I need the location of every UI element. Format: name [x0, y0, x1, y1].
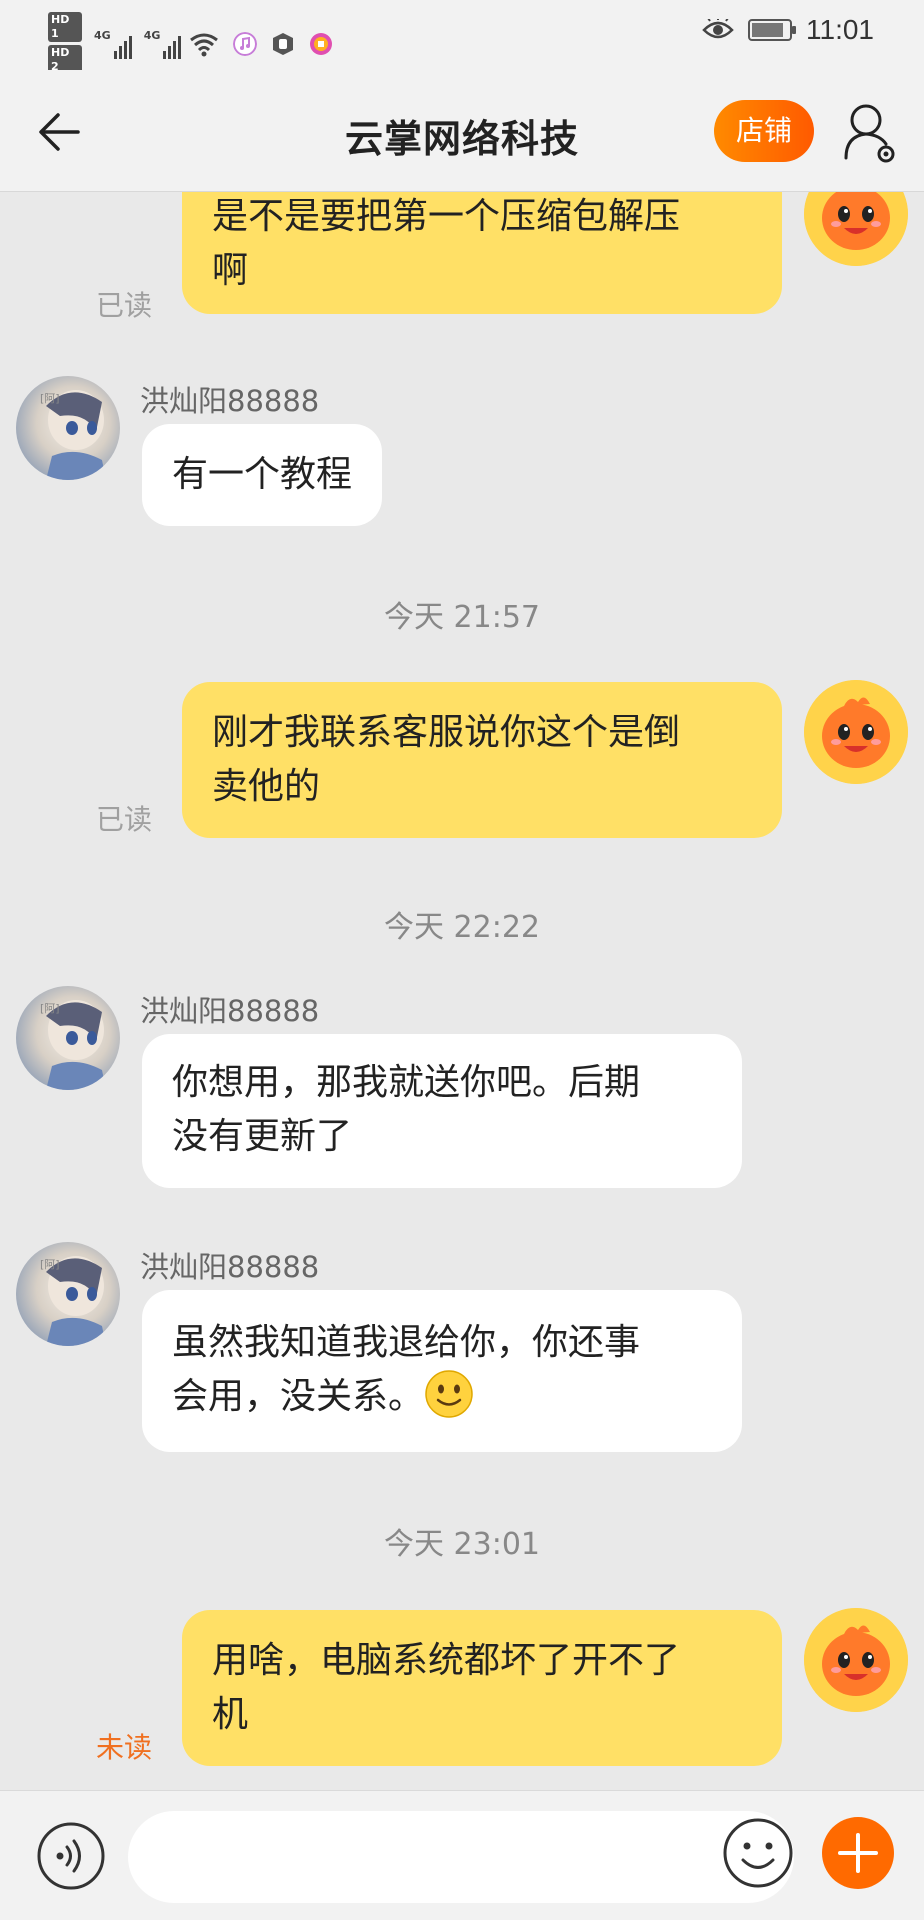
mascot-avatar[interactable]	[804, 680, 908, 784]
message-text-line: 是不是要把第一个压缩包解压	[212, 196, 681, 237]
status-bar-left: HD 1 HD 2 4G 4G	[48, 12, 333, 75]
message-text-line: 刚才我联系客服说你这个是倒	[212, 712, 681, 753]
battery-icon	[748, 19, 796, 41]
unread-status: 未读	[96, 1731, 153, 1764]
their-message-bubble[interactable]: 虽然我知道我退给你，你还事 会用，没关系。	[142, 1290, 742, 1452]
voice-icon[interactable]	[36, 1821, 106, 1891]
emoji-icon[interactable]	[722, 1817, 794, 1889]
battery-fill	[752, 23, 783, 37]
their-message-bubble[interactable]: 你想用，那我就送你吧。后期 没有更新了	[142, 1034, 742, 1188]
shop-button[interactable]: 店铺	[714, 100, 814, 162]
time-separator: 今天 22:22	[384, 910, 540, 945]
svg-text:[阿]: [阿]	[40, 1002, 60, 1015]
chat-message-list[interactable]: 是不是要把第一个压缩包解压 啊 已读 [阿] 洪灿阳88888 有一个教程 今天…	[0, 192, 924, 1790]
sender-name: 洪灿阳88888	[140, 384, 320, 418]
read-status: 已读	[96, 803, 153, 836]
message-text-line: 用啥，电脑系统都坏了开不了	[212, 1640, 681, 1681]
sim1-badge: HD 1	[48, 12, 82, 42]
message-input[interactable]	[128, 1811, 794, 1903]
plus-icon[interactable]	[820, 1815, 896, 1891]
sender-name: 洪灿阳88888	[140, 1250, 320, 1284]
signal-1-icon: 4G	[94, 29, 132, 59]
network-2-label: 4G	[143, 28, 161, 42]
mascot-avatar[interactable]	[804, 192, 908, 266]
message-text-line: 有一个教程	[172, 454, 353, 495]
my-message-bubble[interactable]: 用啥，电脑系统都坏了开不了 机	[182, 1610, 782, 1766]
status-bar: HD 1 HD 2 4G 4G 11:01	[0, 0, 924, 75]
message-text-line: 卖他的	[212, 766, 321, 807]
message-text-line: 你想用，那我就送你吧。后期	[172, 1062, 641, 1103]
contact-avatar[interactable]: [阿]	[16, 1242, 120, 1346]
slightly-smiling-face-icon	[425, 1370, 473, 1418]
message-text-line: 会用，没关系。	[172, 1376, 425, 1417]
network-1-label: 4G	[94, 28, 111, 42]
hand-app-icon	[273, 32, 294, 55]
svg-text:[阿]: [阿]	[40, 1258, 60, 1271]
my-message-bubble[interactable]: 刚才我联系客服说你这个是倒 卖他的	[182, 682, 782, 838]
time-separator: 今天 21:57	[384, 600, 540, 635]
their-message-bubble[interactable]: 有一个教程	[142, 424, 383, 526]
message-text-line: 啊	[212, 250, 249, 291]
time-separator: 今天 23:01	[384, 1527, 540, 1562]
sim-indicators: HD 1 HD 2	[48, 12, 82, 75]
signal-2-icon: 4G	[144, 29, 182, 59]
svg-text:[阿]: [阿]	[40, 392, 60, 405]
wifi-icon	[190, 33, 219, 56]
chat-header: 云掌网络科技 店铺	[0, 70, 924, 192]
sender-name: 洪灿阳88888	[140, 994, 320, 1028]
shopping-app-icon	[310, 32, 333, 55]
contact-avatar[interactable]: [阿]	[16, 986, 120, 1090]
my-message-bubble[interactable]: 是不是要把第一个压缩包解压 啊	[182, 192, 782, 314]
music-app-icon	[233, 31, 258, 56]
message-text-line: 虽然我知道我退给你，你还事	[172, 1322, 641, 1363]
message-text-line: 机	[212, 1694, 249, 1735]
status-bar-right: 11:01	[702, 14, 874, 46]
input-bar	[0, 1790, 924, 1920]
user-settings-icon[interactable]	[842, 100, 898, 166]
eye-comfort-icon	[702, 19, 734, 39]
read-status: 已读	[96, 289, 153, 322]
clock: 11:01	[806, 14, 874, 45]
message-text-line: 没有更新了	[172, 1116, 353, 1157]
mascot-avatar[interactable]	[804, 1608, 908, 1712]
contact-avatar[interactable]: [阿]	[16, 376, 120, 480]
